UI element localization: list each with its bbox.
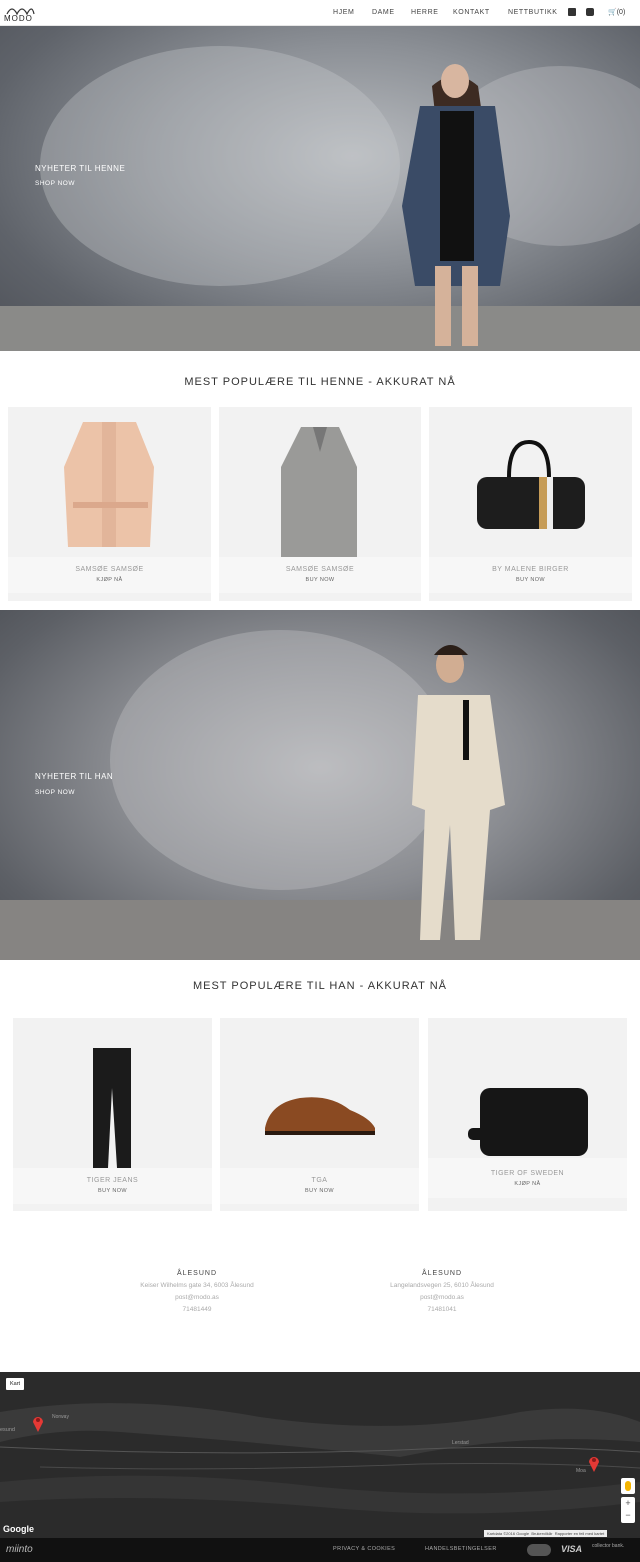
product-brand: TGA — [311, 1177, 328, 1184]
facebook-icon[interactable] — [568, 8, 576, 16]
logo-text[interactable]: MODO — [4, 14, 33, 23]
product-brand: BY MALENE BIRGER — [492, 566, 569, 573]
product-info-strip — [428, 1158, 627, 1198]
hero-men-image — [0, 630, 640, 960]
product-buy-link[interactable]: BUY NOW — [219, 577, 421, 583]
product-card-men-3[interactable]: TIGER OF SWEDEN KJØP NÅ — [428, 1018, 627, 1211]
map-attribution-data: Kartdata ©2016 Google — [487, 1531, 530, 1536]
hero-women-shop-now-link[interactable]: SHOP NOW — [35, 180, 75, 187]
product-image-shoe — [265, 1097, 375, 1135]
product-info-strip — [429, 557, 632, 593]
popular-women-title: MEST POPULÆRE TIL HENNE - AKKURAT NÅ — [184, 376, 456, 388]
product-card-women-3[interactable]: BY MALENE BIRGER BUY NOW — [429, 407, 632, 601]
product-info-strip — [219, 557, 421, 593]
google-logo[interactable]: Google — [3, 1524, 34, 1534]
nav-kontakt[interactable]: KONTAKT — [453, 9, 490, 16]
mastercard-icon — [527, 1544, 551, 1556]
product-image-jeans — [93, 1048, 131, 1168]
nav-dame[interactable]: DAME — [372, 9, 395, 16]
product-buy-link[interactable]: KJØP NÅ — [8, 577, 211, 583]
product-buy-link[interactable]: BUY NOW — [13, 1188, 212, 1194]
product-buy-link[interactable]: KJØP NÅ — [428, 1181, 627, 1187]
nav-hjem[interactable]: HJEM — [333, 9, 354, 16]
store-city: ÅLESUND — [421, 1270, 463, 1277]
hero-women-title: NYHETER TIL HENNE — [35, 164, 126, 173]
store-1: ÅLESUND Keiser Wilhelms gate 34, 6003 Ål… — [97, 1270, 297, 1313]
product-brand: SAMSØE SAMSØE — [285, 566, 355, 573]
footer-terms-link[interactable]: HANDELSBETINGELSER — [425, 1546, 497, 1552]
map-label-moa: Moa — [576, 1468, 586, 1474]
collector-bank-logo: collector bank. — [592, 1543, 625, 1549]
map-zoom-controls[interactable]: + − — [621, 1497, 635, 1523]
product-card-women-2[interactable]: SAMSØE SAMSØE BUY NOW — [219, 407, 421, 601]
store-city: ÅLESUND — [176, 1270, 218, 1277]
product-card-men-2[interactable]: TGA BUY NOW — [220, 1018, 419, 1211]
footer-privacy-link[interactable]: PRIVACY & COOKIES — [333, 1546, 395, 1552]
store-email[interactable]: post@modo.as — [97, 1294, 297, 1301]
store-address: Langelandsvegen 25, 6010 Ålesund — [390, 1282, 494, 1289]
nav-herre[interactable]: HERRE — [411, 9, 439, 16]
visa-icon: VISA — [561, 1544, 583, 1554]
miinto-logo[interactable]: miinto — [6, 1544, 33, 1555]
hero-men-shop-now-link[interactable]: SHOP NOW — [35, 789, 75, 796]
store-email[interactable]: post@modo.as — [342, 1294, 542, 1301]
product-buy-link[interactable]: BUY NOW — [220, 1188, 419, 1194]
nav-nettbutikk[interactable]: NETTBUTIKK — [508, 9, 558, 16]
hero-women[interactable]: NYHETER TIL HENNE SHOP NOW — [0, 26, 640, 351]
instagram-icon[interactable] — [586, 8, 594, 16]
map-label-alesund: esund — [0, 1427, 15, 1433]
map-attribution: Kartdata ©2016 Google Brukervilkår Rappo… — [484, 1530, 608, 1537]
product-card-men-1[interactable]: TIGER JEANS BUY NOW — [13, 1018, 212, 1211]
pegman-icon[interactable] — [621, 1478, 635, 1494]
map-report-link[interactable]: Rapporter en feil med kartet — [555, 1531, 605, 1536]
site-header: MODO HJEM DAME HERRE KONTAKT NETTBUTIKK … — [0, 0, 640, 26]
product-brand: TIGER JEANS — [86, 1177, 139, 1184]
map-pin-icon[interactable] — [32, 1414, 44, 1432]
hero-men-title: NYHETER TIL HAN — [35, 772, 114, 781]
product-info-strip — [13, 1168, 212, 1204]
product-info-strip — [8, 557, 211, 593]
product-image-toiletry-bag — [468, 1088, 588, 1156]
hero-women-image — [0, 46, 640, 351]
map-type-button[interactable]: Kart — [6, 1378, 25, 1390]
map-label-norway: Norway — [52, 1414, 69, 1420]
cart-count: (0) — [616, 9, 626, 16]
store-phone[interactable]: 71481449 — [97, 1306, 297, 1313]
product-image-coat-grey — [281, 427, 357, 557]
hero-men[interactable]: NYHETER TIL HAN SHOP NOW — [0, 610, 640, 960]
map-label-lerstad: Lerstad — [452, 1440, 469, 1446]
map-pin-icon[interactable] — [588, 1454, 600, 1472]
site-footer: miinto PRIVACY & COOKIES HANDELSBETINGEL… — [0, 1538, 640, 1562]
product-brand: TIGER OF SWEDEN — [490, 1170, 565, 1177]
map-canvas — [0, 1403, 640, 1514]
product-brand: SAMSØE SAMSØE — [75, 566, 144, 573]
product-image-coat-pink — [64, 422, 154, 547]
store-2: ÅLESUND Langelandsvegen 25, 6010 Ålesund… — [342, 1270, 542, 1313]
store-map[interactable]: Kart Norway esund Lerstad Moa + − Google… — [0, 1372, 640, 1538]
product-info-strip — [220, 1168, 419, 1204]
cart-button[interactable]: 🛒(0) — [608, 8, 625, 16]
map-terms-link[interactable]: Brukervilkår — [531, 1531, 552, 1536]
product-image-bag — [477, 439, 585, 529]
product-card-women-1[interactable]: SAMSØE SAMSØE KJØP NÅ — [8, 407, 211, 601]
store-address: Keiser Wilhelms gate 34, 6003 Ålesund — [140, 1282, 254, 1289]
popular-men-title: MEST POPULÆRE TIL HAN - AKKURAT NÅ — [192, 980, 448, 992]
cart-icon: 🛒 — [608, 9, 617, 16]
store-phone[interactable]: 71481041 — [342, 1306, 542, 1313]
zoom-out-button[interactable]: − — [621, 1509, 635, 1521]
product-buy-link[interactable]: BUY NOW — [429, 577, 632, 583]
zoom-in-button[interactable]: + — [621, 1497, 635, 1509]
